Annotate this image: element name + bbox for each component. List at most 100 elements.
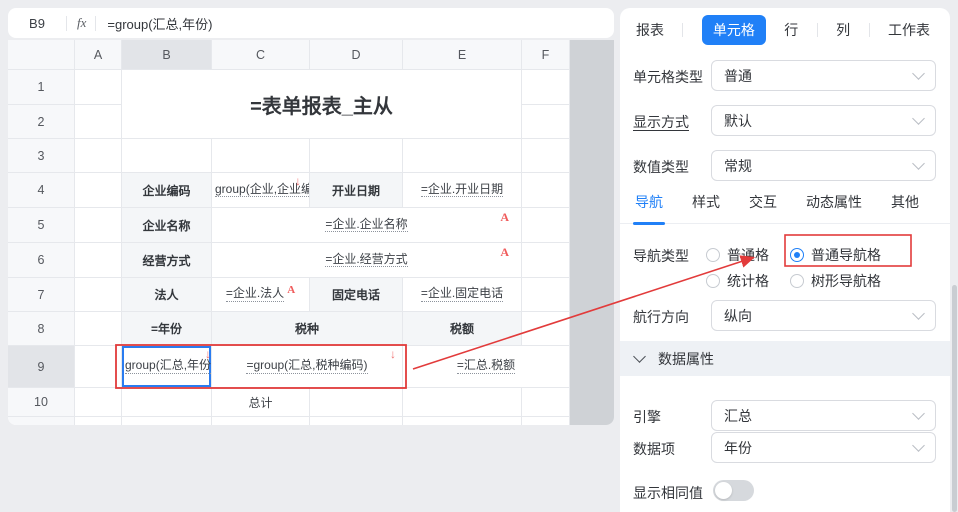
cell-e7[interactable]: =企业.固定电话 bbox=[403, 278, 522, 312]
row-header-1[interactable]: 1 bbox=[8, 70, 75, 105]
subtab-style[interactable]: 样式 bbox=[692, 192, 720, 225]
cell-e3[interactable] bbox=[403, 139, 522, 173]
cell-a1[interactable] bbox=[75, 70, 122, 105]
subtab-interaction[interactable]: 交互 bbox=[749, 192, 777, 225]
formula-input[interactable]: =group(汇总,年份) bbox=[107, 14, 212, 33]
numeric-type-select[interactable]: 常规 bbox=[711, 150, 936, 181]
cell-b10[interactable] bbox=[122, 388, 212, 417]
cell-c6-merge[interactable]: =企业.经营方式 A bbox=[212, 243, 522, 278]
nav-direction-label: 航行方向 bbox=[633, 307, 689, 327]
cell-f10[interactable] bbox=[522, 388, 570, 417]
a-annotation: A bbox=[500, 210, 509, 225]
cell-c9-merge[interactable]: =group(汇总,税种编码) ↓ bbox=[212, 346, 403, 388]
cell-e10[interactable] bbox=[403, 388, 522, 417]
cell-f2[interactable] bbox=[522, 105, 570, 139]
cell-f7[interactable] bbox=[522, 278, 570, 312]
engine-select[interactable]: 汇总 bbox=[711, 400, 936, 431]
radio-stat-cell[interactable]: 统计格 bbox=[706, 271, 769, 291]
cell-f3[interactable] bbox=[522, 139, 570, 173]
cell-b5[interactable]: 企业名称 bbox=[122, 208, 212, 243]
cell-d7[interactable]: 固定电话 bbox=[310, 278, 403, 312]
cell-e8[interactable]: 税额 bbox=[403, 312, 522, 346]
cell-f6[interactable] bbox=[522, 243, 570, 278]
subtab-navigation[interactable]: 导航 bbox=[635, 192, 663, 225]
row-header-7[interactable]: 7 bbox=[8, 278, 75, 312]
cell-a8[interactable] bbox=[75, 312, 122, 346]
cell-a7[interactable] bbox=[75, 278, 122, 312]
cell-d3[interactable] bbox=[310, 139, 403, 173]
tab-cell-active[interactable]: 单元格 bbox=[702, 15, 766, 45]
cell-d4[interactable]: 开业日期 bbox=[310, 173, 403, 208]
cell-e4[interactable]: =企业.开业日期 bbox=[403, 173, 522, 208]
cell-f5[interactable] bbox=[522, 208, 570, 243]
nav-direction-select[interactable]: 纵向 bbox=[711, 300, 936, 331]
col-header-b[interactable]: B bbox=[122, 40, 212, 70]
data-props-section-header[interactable]: 数据属性 bbox=[620, 341, 950, 376]
cell-e9-merge[interactable]: =汇总.税额 bbox=[403, 346, 570, 388]
radio-normal-cell[interactable]: 普通格 bbox=[706, 245, 769, 265]
cell-c5-merge[interactable]: =企业.企业名称 A bbox=[212, 208, 522, 243]
cell-c4[interactable]: group(企业,企业编 ↓ bbox=[212, 173, 310, 208]
col-header-f[interactable]: F bbox=[522, 40, 570, 70]
subtab-other[interactable]: 其他 bbox=[891, 192, 919, 225]
cell-b9-selected[interactable]: group(汇总,年份 ↓ bbox=[122, 346, 212, 388]
cell-a4[interactable] bbox=[75, 173, 122, 208]
scrollbar-thumb[interactable] bbox=[952, 285, 957, 512]
row-header-3[interactable]: 3 bbox=[8, 139, 75, 173]
cell-c8-merge[interactable]: 税种 bbox=[212, 312, 403, 346]
radio-selected-icon[interactable] bbox=[790, 248, 804, 262]
cell-b8[interactable]: =年份 bbox=[122, 312, 212, 346]
cell-title-merge[interactable]: =表单报表_主从 bbox=[122, 70, 522, 139]
radio-icon[interactable] bbox=[790, 274, 804, 288]
data-item-select[interactable]: 年份 bbox=[711, 432, 936, 463]
row-header-5[interactable]: 5 bbox=[8, 208, 75, 243]
cell-a10[interactable] bbox=[75, 388, 122, 417]
cell-a2[interactable] bbox=[75, 105, 122, 139]
radio-icon[interactable] bbox=[706, 274, 720, 288]
subtab-dynamic-props[interactable]: 动态属性 bbox=[806, 192, 862, 225]
tab-column[interactable]: 列 bbox=[836, 20, 850, 40]
tab-worksheet[interactable]: 工作表 bbox=[888, 20, 930, 40]
col-header-e[interactable]: E bbox=[403, 40, 522, 70]
cell-c3[interactable] bbox=[212, 139, 310, 173]
cell-d10[interactable] bbox=[310, 388, 403, 417]
beyond-sheet-area bbox=[570, 40, 614, 425]
cell-partial bbox=[522, 417, 570, 425]
row-header-9[interactable]: 9 bbox=[8, 346, 75, 388]
cell-a5[interactable] bbox=[75, 208, 122, 243]
show-same-value-toggle[interactable] bbox=[713, 480, 754, 501]
col-header-a[interactable]: A bbox=[75, 40, 122, 70]
collapse-chevron-icon[interactable] bbox=[633, 350, 646, 363]
row-header-10[interactable]: 10 bbox=[8, 388, 75, 417]
row-header-4[interactable]: 4 bbox=[8, 173, 75, 208]
radio-normal-nav-cell[interactable]: 普通导航格 bbox=[790, 245, 881, 265]
cell-b3[interactable] bbox=[122, 139, 212, 173]
cell-a3[interactable] bbox=[75, 139, 122, 173]
cell-partial bbox=[403, 417, 522, 425]
tab-report[interactable]: 报表 bbox=[636, 20, 664, 40]
col-header-d[interactable]: D bbox=[310, 40, 403, 70]
col-header-c[interactable]: C bbox=[212, 40, 310, 70]
radio-tree-nav-cell[interactable]: 树形导航格 bbox=[790, 271, 881, 291]
cell-c10[interactable]: 总计 bbox=[212, 388, 310, 417]
cell-a6[interactable] bbox=[75, 243, 122, 278]
cell-b7[interactable]: 法人 bbox=[122, 278, 212, 312]
corner-header[interactable] bbox=[8, 40, 75, 70]
radio-icon[interactable] bbox=[706, 248, 720, 262]
cell-reference-box[interactable]: B9 bbox=[8, 16, 66, 31]
cell-c7[interactable]: =企业.法人 A bbox=[212, 278, 310, 312]
cell-type-select[interactable]: 普通 bbox=[711, 60, 936, 91]
cell-f8[interactable] bbox=[522, 312, 570, 346]
tab-row[interactable]: 行 bbox=[784, 20, 798, 40]
cell-f1[interactable] bbox=[522, 70, 570, 105]
row-header-6[interactable]: 6 bbox=[8, 243, 75, 278]
cell-a9[interactable] bbox=[75, 346, 122, 388]
cell-f4[interactable] bbox=[522, 173, 570, 208]
cell-b6[interactable]: 经营方式 bbox=[122, 243, 212, 278]
row-header-2[interactable]: 2 bbox=[8, 105, 75, 139]
display-mode-select[interactable]: 默认 bbox=[711, 105, 936, 136]
row-header-8[interactable]: 8 bbox=[8, 312, 75, 346]
chevron-down-icon bbox=[912, 112, 925, 125]
cell-b4[interactable]: 企业编码 bbox=[122, 173, 212, 208]
spreadsheet: A B C D E F 1 2 =表单报表_主从 3 4 bbox=[8, 40, 614, 425]
